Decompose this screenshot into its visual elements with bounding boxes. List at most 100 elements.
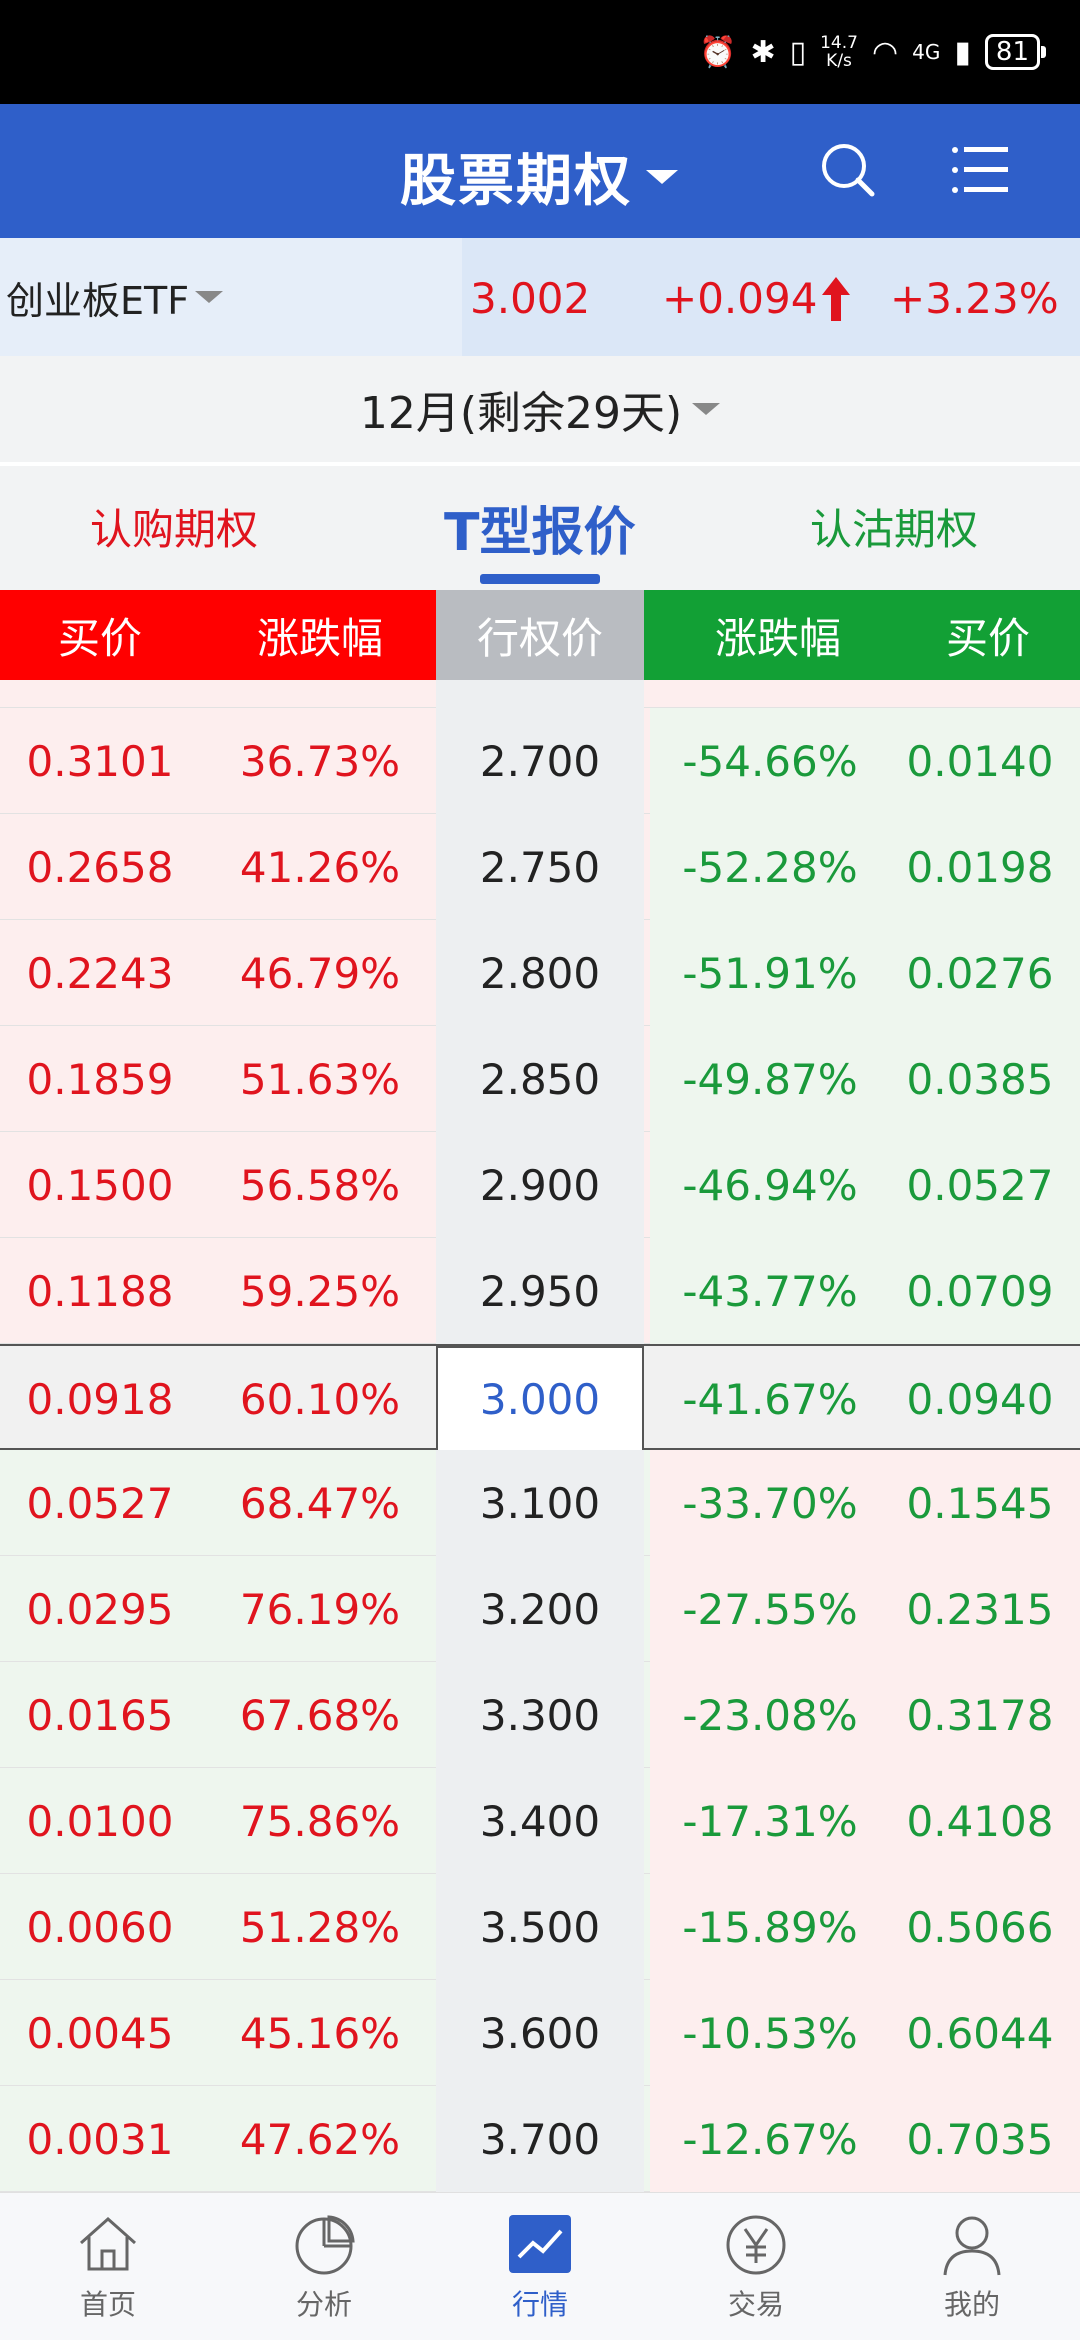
table-row[interactable]: 0.0100 75.86% 3.400 -17.31% 0.4108 xyxy=(0,1768,1080,1874)
table-row[interactable]: 0.0527 68.47% 3.100 -33.70% 0.1545 xyxy=(0,1450,1080,1556)
strike-cell: 3.100 xyxy=(436,1450,644,1556)
nav-analysis[interactable]: 分析 xyxy=(216,2193,432,2340)
put-bid-cell[interactable]: 0.4108 xyxy=(880,1768,1080,1874)
arrow-up-icon xyxy=(822,276,851,321)
put-bid-cell[interactable]: 0.0140 xyxy=(880,708,1080,814)
status-bar: ⏰ ✱ ▯ 14.7 K/s ◠ 4G ▮ 81 xyxy=(0,0,1080,104)
table-row[interactable]: 0.0295 76.19% 3.200 -27.55% 0.2315 xyxy=(0,1556,1080,1662)
col-put-bid[interactable]: 买价 xyxy=(888,590,1080,680)
put-bid-cell[interactable]: 0.6044 xyxy=(880,1980,1080,2086)
put-bid-cell[interactable]: 0.0527 xyxy=(880,1132,1080,1238)
put-bid-cell[interactable]: 0.0276 xyxy=(880,920,1080,1026)
nav-label: 我的 xyxy=(943,2288,1000,2321)
call-bid-cell[interactable]: 0.2658 xyxy=(0,814,200,920)
market-selector[interactable]: 股票期权 xyxy=(400,136,678,217)
call-bid-cell[interactable]: 0.2243 xyxy=(0,920,200,1026)
put-bid-cell[interactable]: 0.1545 xyxy=(880,1450,1080,1556)
put-bid-cell[interactable]: 0.0385 xyxy=(880,1026,1080,1132)
put-change-cell: -54.66% xyxy=(650,708,890,814)
strike-cell: 2.850 xyxy=(436,1026,644,1132)
col-call-change[interactable]: 涨跌幅 xyxy=(210,590,430,680)
nav-market[interactable]: 行情 xyxy=(432,2193,648,2340)
battery-indicator: 81 xyxy=(984,34,1047,70)
put-bid-cell[interactable]: 0.7035 xyxy=(880,2086,1080,2192)
table-row[interactable]: 0.1859 51.63% 2.850 -49.87% 0.0385 xyxy=(0,1026,1080,1132)
put-bid-cell[interactable]: 0.2315 xyxy=(880,1556,1080,1662)
call-bid-cell[interactable]: 0.1500 xyxy=(0,1132,200,1238)
table-row[interactable]: 0.0060 51.28% 3.500 -15.89% 0.5066 xyxy=(0,1874,1080,1980)
strike-cell: 2.750 xyxy=(436,814,644,920)
nav-label: 行情 xyxy=(511,2288,568,2321)
nav-trade[interactable]: 交易 xyxy=(648,2193,864,2340)
bottom-nav: 首页 分析 行情 交易 我的 xyxy=(0,2192,1080,2340)
app-header: 股票期权 xyxy=(0,104,1080,238)
put-bid-cell[interactable]: 0.3178 xyxy=(880,1662,1080,1768)
nav-profile[interactable]: 我的 xyxy=(864,2193,1080,2340)
call-bid-cell[interactable]: 0.0060 xyxy=(0,1874,200,1980)
strike-cell: 3.300 xyxy=(436,1662,644,1768)
put-bid-cell[interactable]: 0.5066 xyxy=(880,1874,1080,1980)
col-put-change[interactable]: 涨跌幅 xyxy=(658,590,898,680)
yen-icon xyxy=(726,2215,786,2275)
call-bid-cell[interactable]: 0.0295 xyxy=(0,1556,200,1662)
trend-chart-icon xyxy=(509,2215,571,2273)
user-icon xyxy=(943,2216,1001,2276)
col-call-bid[interactable]: 买价 xyxy=(0,590,200,680)
nav-label: 交易 xyxy=(727,2288,784,2321)
put-change-cell: -15.89% xyxy=(650,1874,890,1980)
strike-cell: 3.500 xyxy=(436,1874,644,1980)
pie-chart-icon xyxy=(295,2215,355,2275)
table-row[interactable]: 0.2243 46.79% 2.800 -51.91% 0.0276 xyxy=(0,920,1080,1026)
table-row[interactable]: 0.2658 41.26% 2.750 -52.28% 0.0198 xyxy=(0,814,1080,920)
call-change-cell: 51.63% xyxy=(239,1054,401,1104)
network-speed: 14.7 K/s xyxy=(820,33,858,71)
put-bid-cell[interactable]: 0.0198 xyxy=(880,814,1080,920)
table-row[interactable]: 0.1188 59.25% 2.950 -43.77% 0.0709 xyxy=(0,1238,1080,1344)
put-header: 涨跌幅 买价 xyxy=(644,590,1080,680)
put-change-cell: -51.91% xyxy=(650,920,890,1026)
table-row[interactable]: 0.0918 60.10% 3.000 -41.67% 0.0940 xyxy=(0,1344,1080,1452)
table-row[interactable]: 0.0045 45.16% 3.600 -10.53% 0.6044 xyxy=(0,1980,1080,2086)
call-bid-cell[interactable]: 0.3101 xyxy=(0,708,200,814)
vibrate-icon: ▯ xyxy=(789,34,807,70)
underlying-selector[interactable]: 创业板ETF xyxy=(0,238,462,356)
list-icon[interactable] xyxy=(950,144,1010,196)
put-change-cell: -46.94% xyxy=(650,1132,890,1238)
call-bid-cell[interactable]: 0.0031 xyxy=(0,2086,200,2192)
call-bid-cell[interactable]: 0.1859 xyxy=(0,1026,200,1132)
table-row[interactable]: 0.0031 47.62% 3.700 -12.67% 0.7035 xyxy=(0,2086,1080,2192)
strike-cell: 3.000 xyxy=(436,1346,644,1452)
expiry-selector[interactable]: 12月(剩余29天) xyxy=(0,356,1080,462)
table-row[interactable]: 0.1500 56.58% 2.900 -46.94% 0.0527 xyxy=(0,1132,1080,1238)
put-change-cell: -41.67% xyxy=(682,1374,858,1424)
put-bid-cell[interactable]: 0.0940 xyxy=(880,1346,1080,1452)
call-change-cell: 75.86% xyxy=(239,1796,401,1846)
table-row[interactable]: 0.3101 36.73% 2.700 -54.66% 0.0140 xyxy=(0,708,1080,814)
underlying-name: 创业板ETF xyxy=(6,278,190,323)
call-bid-cell[interactable]: 0.0045 xyxy=(0,1980,200,2086)
tab-call-options[interactable]: 认购期权 xyxy=(90,496,258,557)
call-bid-cell[interactable]: 0.0918 xyxy=(0,1346,200,1452)
strike-cell: 3.400 xyxy=(436,1768,644,1874)
tab-put-options[interactable]: 认沽期权 xyxy=(810,496,978,557)
call-bid-cell[interactable]: 0.1188 xyxy=(0,1238,200,1344)
call-bid-cell[interactable]: 0.0165 xyxy=(0,1662,200,1768)
nav-label: 分析 xyxy=(295,2288,352,2321)
call-change-cell: 41.26% xyxy=(239,842,401,892)
partial-row xyxy=(0,680,1080,708)
call-change-cell: 68.47% xyxy=(239,1478,401,1528)
call-bid-cell[interactable]: 0.0527 xyxy=(0,1450,200,1556)
call-change-cell: 47.62% xyxy=(239,2114,401,2164)
network-type: 4G xyxy=(912,40,941,64)
tab-t-quote[interactable]: T型报价 xyxy=(444,490,635,565)
search-icon[interactable] xyxy=(818,140,878,200)
call-change-cell: 46.79% xyxy=(239,948,401,998)
call-change-cell: 76.19% xyxy=(239,1584,401,1634)
nav-home[interactable]: 首页 xyxy=(0,2193,216,2340)
put-bid-cell[interactable]: 0.0709 xyxy=(880,1238,1080,1344)
status-icons: ⏰ ✱ ▯ 14.7 K/s ◠ 4G ▮ 81 xyxy=(699,30,1047,74)
col-strike[interactable]: 行权价 xyxy=(436,590,644,680)
call-header: 买价 涨跌幅 xyxy=(0,590,436,680)
table-row[interactable]: 0.0165 67.68% 3.300 -23.08% 0.3178 xyxy=(0,1662,1080,1768)
call-bid-cell[interactable]: 0.0100 xyxy=(0,1768,200,1874)
